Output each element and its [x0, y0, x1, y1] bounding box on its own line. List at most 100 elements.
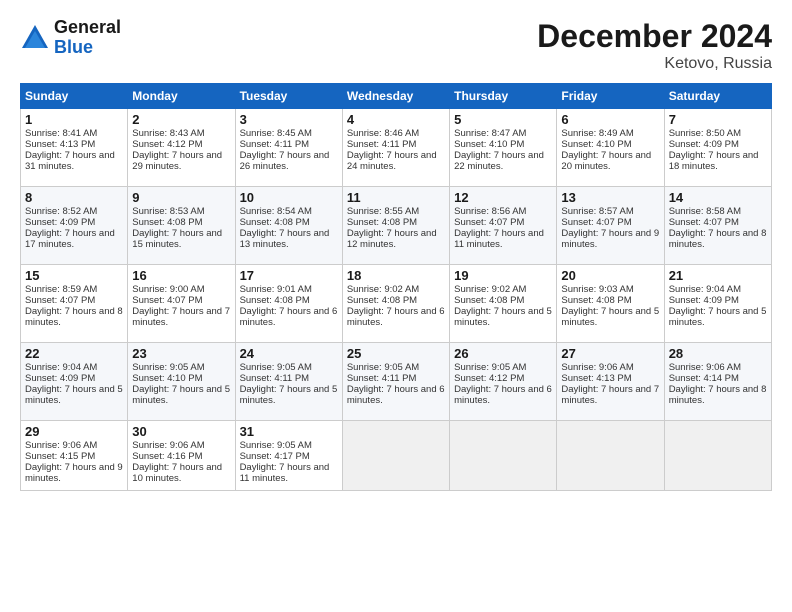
day-number: 6	[561, 112, 659, 127]
daylight-text: Daylight: 7 hours and 6 minutes.	[454, 384, 552, 406]
weekday-header: Friday	[557, 84, 664, 109]
daylight-text: Daylight: 7 hours and 26 minutes.	[240, 150, 338, 172]
calendar-week-row: 15Sunrise: 8:59 AMSunset: 4:07 PMDayligh…	[21, 265, 772, 343]
daylight-text: Daylight: 7 hours and 31 minutes.	[25, 150, 123, 172]
daylight-text: Daylight: 7 hours and 5 minutes.	[240, 384, 338, 406]
sunrise-text: Sunrise: 8:55 AM	[347, 206, 445, 217]
sunrise-text: Sunrise: 8:56 AM	[454, 206, 552, 217]
daylight-text: Daylight: 7 hours and 6 minutes.	[347, 306, 445, 328]
day-number: 13	[561, 190, 659, 205]
calendar-cell: 6Sunrise: 8:49 AMSunset: 4:10 PMDaylight…	[557, 109, 664, 187]
sunset-text: Sunset: 4:07 PM	[454, 217, 552, 228]
calendar-cell	[557, 421, 664, 491]
calendar-cell: 19Sunrise: 9:02 AMSunset: 4:08 PMDayligh…	[450, 265, 557, 343]
page-header: General Blue December 2024 Ketovo, Russi…	[20, 18, 772, 73]
sunrise-text: Sunrise: 8:46 AM	[347, 128, 445, 139]
calendar-cell: 11Sunrise: 8:55 AMSunset: 4:08 PMDayligh…	[342, 187, 449, 265]
sunset-text: Sunset: 4:08 PM	[132, 217, 230, 228]
sunrise-text: Sunrise: 8:49 AM	[561, 128, 659, 139]
daylight-text: Daylight: 7 hours and 8 minutes.	[25, 306, 123, 328]
daylight-text: Daylight: 7 hours and 5 minutes.	[132, 384, 230, 406]
day-number: 26	[454, 346, 552, 361]
calendar-table: SundayMondayTuesdayWednesdayThursdayFrid…	[20, 83, 772, 491]
day-number: 10	[240, 190, 338, 205]
daylight-text: Daylight: 7 hours and 7 minutes.	[561, 384, 659, 406]
sunset-text: Sunset: 4:09 PM	[669, 295, 767, 306]
calendar-cell: 18Sunrise: 9:02 AMSunset: 4:08 PMDayligh…	[342, 265, 449, 343]
day-number: 8	[25, 190, 123, 205]
sunrise-text: Sunrise: 9:04 AM	[25, 362, 123, 373]
sunrise-text: Sunrise: 9:01 AM	[240, 284, 338, 295]
day-number: 7	[669, 112, 767, 127]
sunset-text: Sunset: 4:13 PM	[25, 139, 123, 150]
logo-text: General Blue	[54, 18, 121, 58]
daylight-text: Daylight: 7 hours and 9 minutes.	[561, 228, 659, 250]
calendar-cell: 29Sunrise: 9:06 AMSunset: 4:15 PMDayligh…	[21, 421, 128, 491]
calendar-title: December 2024	[537, 18, 772, 55]
day-number: 11	[347, 190, 445, 205]
sunset-text: Sunset: 4:09 PM	[25, 217, 123, 228]
sunrise-text: Sunrise: 8:58 AM	[669, 206, 767, 217]
calendar-cell: 23Sunrise: 9:05 AMSunset: 4:10 PMDayligh…	[128, 343, 235, 421]
daylight-text: Daylight: 7 hours and 5 minutes.	[561, 306, 659, 328]
sunrise-text: Sunrise: 8:59 AM	[25, 284, 123, 295]
sunrise-text: Sunrise: 9:05 AM	[240, 362, 338, 373]
day-number: 28	[669, 346, 767, 361]
day-number: 4	[347, 112, 445, 127]
daylight-text: Daylight: 7 hours and 12 minutes.	[347, 228, 445, 250]
sunset-text: Sunset: 4:11 PM	[240, 139, 338, 150]
sunset-text: Sunset: 4:08 PM	[561, 295, 659, 306]
daylight-text: Daylight: 7 hours and 9 minutes.	[25, 462, 123, 484]
sunset-text: Sunset: 4:10 PM	[561, 139, 659, 150]
day-number: 31	[240, 424, 338, 439]
sunrise-text: Sunrise: 9:06 AM	[561, 362, 659, 373]
sunrise-text: Sunrise: 9:05 AM	[132, 362, 230, 373]
daylight-text: Daylight: 7 hours and 20 minutes.	[561, 150, 659, 172]
daylight-text: Daylight: 7 hours and 13 minutes.	[240, 228, 338, 250]
sunset-text: Sunset: 4:07 PM	[561, 217, 659, 228]
calendar-cell: 16Sunrise: 9:00 AMSunset: 4:07 PMDayligh…	[128, 265, 235, 343]
day-number: 1	[25, 112, 123, 127]
day-number: 15	[25, 268, 123, 283]
day-number: 19	[454, 268, 552, 283]
sunrise-text: Sunrise: 9:04 AM	[669, 284, 767, 295]
sunrise-text: Sunrise: 8:54 AM	[240, 206, 338, 217]
title-block: December 2024 Ketovo, Russia	[537, 18, 772, 73]
weekday-header: Wednesday	[342, 84, 449, 109]
weekday-header: Tuesday	[235, 84, 342, 109]
sunset-text: Sunset: 4:14 PM	[669, 373, 767, 384]
day-number: 5	[454, 112, 552, 127]
day-number: 2	[132, 112, 230, 127]
day-number: 21	[669, 268, 767, 283]
daylight-text: Daylight: 7 hours and 7 minutes.	[132, 306, 230, 328]
weekday-header: Monday	[128, 84, 235, 109]
day-number: 16	[132, 268, 230, 283]
sunrise-text: Sunrise: 9:05 AM	[240, 440, 338, 451]
calendar-cell: 24Sunrise: 9:05 AMSunset: 4:11 PMDayligh…	[235, 343, 342, 421]
calendar-week-row: 1Sunrise: 8:41 AMSunset: 4:13 PMDaylight…	[21, 109, 772, 187]
sunset-text: Sunset: 4:10 PM	[454, 139, 552, 150]
calendar-cell: 13Sunrise: 8:57 AMSunset: 4:07 PMDayligh…	[557, 187, 664, 265]
sunset-text: Sunset: 4:15 PM	[25, 451, 123, 462]
sunset-text: Sunset: 4:08 PM	[454, 295, 552, 306]
sunset-text: Sunset: 4:07 PM	[132, 295, 230, 306]
calendar-cell: 15Sunrise: 8:59 AMSunset: 4:07 PMDayligh…	[21, 265, 128, 343]
calendar-cell: 8Sunrise: 8:52 AMSunset: 4:09 PMDaylight…	[21, 187, 128, 265]
weekday-header: Thursday	[450, 84, 557, 109]
sunset-text: Sunset: 4:17 PM	[240, 451, 338, 462]
calendar-cell: 10Sunrise: 8:54 AMSunset: 4:08 PMDayligh…	[235, 187, 342, 265]
sunrise-text: Sunrise: 9:05 AM	[454, 362, 552, 373]
day-number: 22	[25, 346, 123, 361]
calendar-cell: 7Sunrise: 8:50 AMSunset: 4:09 PMDaylight…	[664, 109, 771, 187]
weekday-header: Sunday	[21, 84, 128, 109]
calendar-cell	[342, 421, 449, 491]
sunset-text: Sunset: 4:12 PM	[454, 373, 552, 384]
daylight-text: Daylight: 7 hours and 5 minutes.	[25, 384, 123, 406]
daylight-text: Daylight: 7 hours and 15 minutes.	[132, 228, 230, 250]
sunset-text: Sunset: 4:08 PM	[240, 295, 338, 306]
sunrise-text: Sunrise: 9:06 AM	[132, 440, 230, 451]
sunset-text: Sunset: 4:09 PM	[25, 373, 123, 384]
daylight-text: Daylight: 7 hours and 8 minutes.	[669, 384, 767, 406]
day-number: 29	[25, 424, 123, 439]
calendar-cell: 5Sunrise: 8:47 AMSunset: 4:10 PMDaylight…	[450, 109, 557, 187]
